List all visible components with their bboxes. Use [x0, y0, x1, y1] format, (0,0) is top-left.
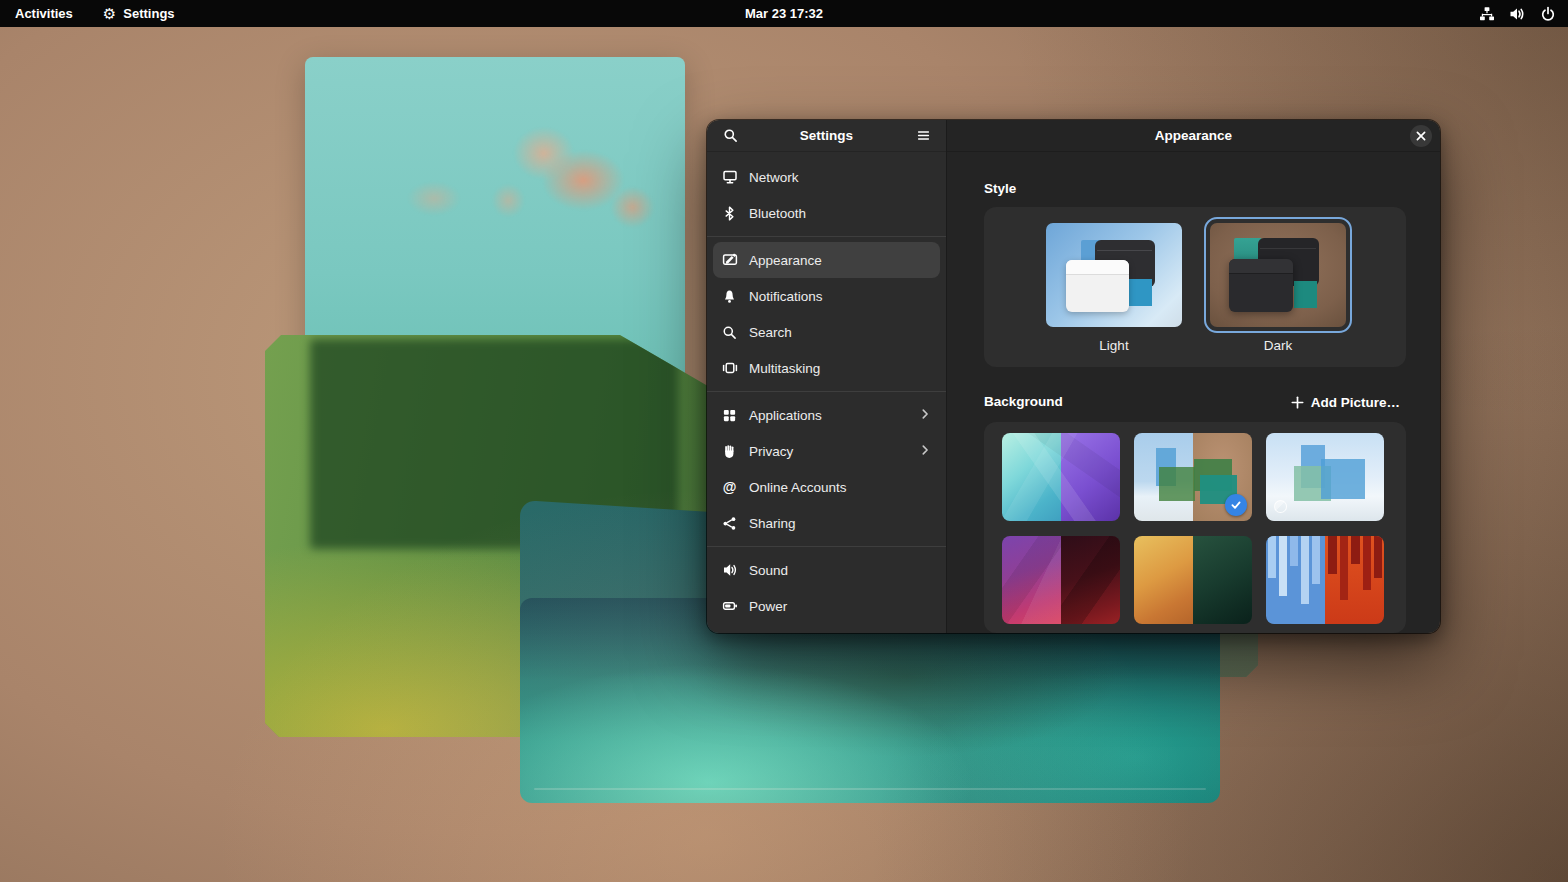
sidebar-item-appearance[interactable]: Appearance: [713, 242, 940, 278]
main-menu-button[interactable]: [910, 123, 936, 149]
sidebar-separator: [707, 391, 946, 392]
close-icon: [1415, 130, 1427, 142]
dark-style-preview: [1210, 223, 1346, 327]
sidebar-item-label: Network: [749, 170, 799, 185]
search-icon: [723, 128, 738, 143]
sidebar-item-notifications[interactable]: Notifications: [713, 278, 940, 314]
wallpaper-cloud: [465, 106, 663, 241]
bluetooth-icon: [721, 205, 738, 222]
bell-icon: [721, 288, 738, 305]
sidebar-item-label: Sound: [749, 563, 788, 578]
sidebar-item-search[interactable]: Search: [713, 314, 940, 350]
settings-window: Settings Network: [707, 120, 1440, 633]
search-button[interactable]: [717, 123, 743, 149]
selected-check-icon: [1225, 494, 1247, 516]
multitasking-icon: [721, 360, 738, 377]
sidebar-item-label: Sharing: [749, 516, 796, 531]
sidebar-item-multitasking[interactable]: Multitasking: [713, 350, 940, 386]
add-picture-button[interactable]: Add Picture…: [1283, 388, 1408, 416]
app-menu-button[interactable]: ⚙ Settings: [103, 6, 175, 21]
sidebar-item-label: Privacy: [749, 444, 793, 459]
search-icon: [721, 324, 738, 341]
sidebar-item-label: Power: [749, 599, 787, 614]
sidebar-item-bluetooth[interactable]: Bluetooth: [713, 195, 940, 231]
add-picture-label: Add Picture…: [1311, 395, 1400, 410]
sidebar-headerbar: Settings: [707, 120, 946, 152]
sidebar-item-online-accounts[interactable]: @ Online Accounts: [713, 469, 940, 505]
volume-icon: [1509, 6, 1526, 22]
close-button[interactable]: [1410, 125, 1432, 147]
speaker-icon: [721, 562, 738, 579]
style-option-light[interactable]: Light: [1038, 217, 1190, 353]
style-section-title: Style: [984, 181, 1016, 196]
sidebar-item-sharing[interactable]: Sharing: [713, 505, 940, 541]
plus-icon: [1291, 396, 1304, 409]
sidebar-item-label: Multitasking: [749, 361, 820, 376]
share-icon: [721, 515, 738, 532]
network-display-icon: [721, 169, 738, 186]
screen: Activities ⚙ Settings Mar 23 17:32: [0, 0, 1568, 882]
chevron-right-icon: [918, 407, 932, 424]
sidebar-item-privacy[interactable]: Privacy: [713, 433, 940, 469]
applications-grid-icon: [721, 407, 738, 424]
sidebar-item-label: Bluetooth: [749, 206, 806, 221]
sidebar-separator: [707, 546, 946, 547]
main-headerbar: Appearance: [947, 120, 1440, 152]
chevron-right-icon: [918, 443, 932, 460]
dark-option-label: Dark: [1202, 338, 1354, 353]
page-title: Appearance: [947, 128, 1440, 143]
wallpaper-cloud: [396, 174, 472, 223]
sidebar-item-label: Online Accounts: [749, 480, 847, 495]
sidebar-list: Network Bluetooth Appearance: [707, 152, 946, 624]
sidebar-item-network[interactable]: Network: [713, 159, 940, 195]
appearance-panel: Appearance Style: [947, 120, 1440, 633]
wallpaper-folder-inner-shape: [310, 339, 678, 549]
activities-button[interactable]: Activities: [15, 6, 73, 21]
gear-icon: ⚙: [103, 6, 116, 21]
wallpaper-thumbnail-2-selected[interactable]: [1134, 433, 1252, 521]
wallpaper-thumbnail-3[interactable]: [1266, 433, 1384, 521]
wallpaper-sky-shape: [305, 57, 685, 672]
variants-badge-icon: [1274, 500, 1287, 513]
clock[interactable]: Mar 23 17:32: [745, 6, 823, 21]
system-tray[interactable]: [1479, 6, 1556, 22]
background-section-title: Background: [984, 394, 1063, 409]
wallpaper-thumbnail-1[interactable]: [1002, 433, 1120, 521]
sidebar-item-applications[interactable]: Applications: [713, 397, 940, 433]
network-icon: [1479, 6, 1495, 22]
sidebar-item-label: Notifications: [749, 289, 823, 304]
wallpaper-thumbnail-4[interactable]: [1002, 536, 1120, 624]
at-sign-icon: @: [721, 479, 738, 496]
app-menu-label: Settings: [123, 6, 174, 21]
light-style-preview: [1046, 223, 1182, 327]
style-card: Light Dark: [984, 207, 1406, 367]
style-option-dark[interactable]: Dark: [1202, 217, 1354, 353]
top-bar: Activities ⚙ Settings Mar 23 17:32: [0, 0, 1568, 27]
sidebar-item-label: Applications: [749, 408, 822, 423]
wallpaper-thumbnail-6[interactable]: [1266, 536, 1384, 624]
background-grid: [984, 422, 1406, 633]
hamburger-icon: [916, 128, 931, 143]
sidebar-item-label: Search: [749, 325, 792, 340]
power-icon: [1540, 6, 1556, 22]
sidebar-item-label: Appearance: [749, 253, 822, 268]
appearance-icon: [721, 252, 738, 269]
hand-icon: [721, 443, 738, 460]
sidebar-item-power[interactable]: Power: [713, 588, 940, 624]
sidebar-item-sound[interactable]: Sound: [713, 552, 940, 588]
sidebar-separator: [707, 236, 946, 237]
settings-sidebar: Settings Network: [707, 120, 947, 633]
wallpaper-thumbnail-5[interactable]: [1134, 536, 1252, 624]
light-option-label: Light: [1038, 338, 1190, 353]
battery-icon: [721, 598, 738, 615]
